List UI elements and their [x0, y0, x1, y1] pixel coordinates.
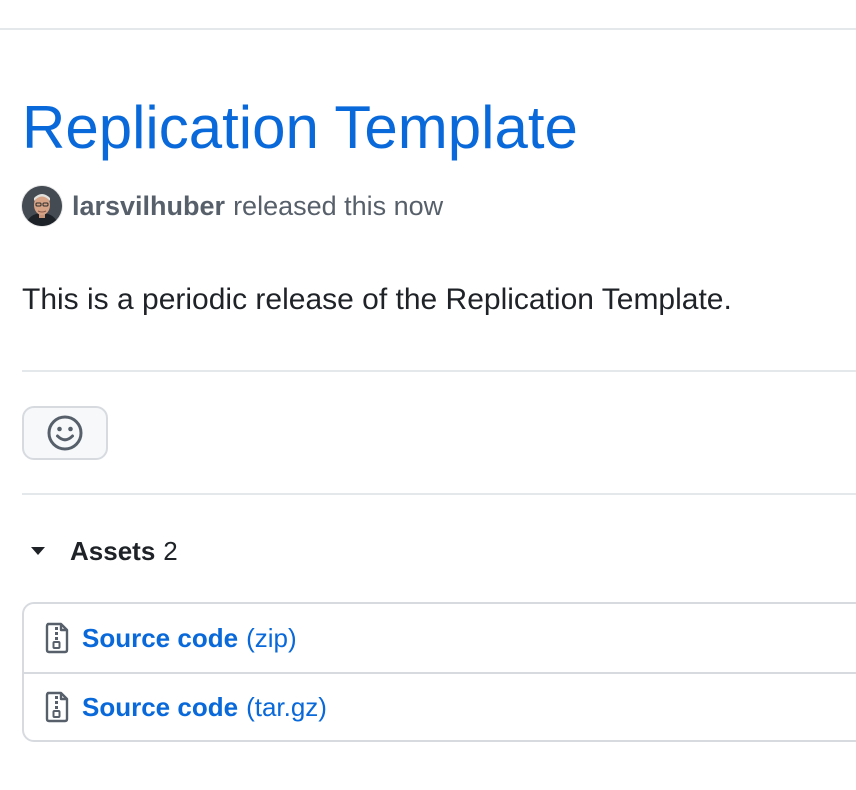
asset-kind: (tar.gz)	[246, 691, 327, 722]
asset-row-tar-gz: Source code (tar.gz)	[24, 672, 856, 740]
avatar[interactable]	[22, 186, 62, 226]
top-divider	[0, 28, 856, 30]
assets-toggle[interactable]: Assets 2	[22, 530, 178, 572]
asset-label: Source code	[82, 622, 239, 653]
release-notes: This is a periodic release of the Replic…	[22, 283, 732, 316]
release-timestamp-text: released this now	[233, 190, 444, 221]
triangle-down-icon	[22, 530, 54, 572]
divider	[22, 493, 856, 495]
add-reaction-button[interactable]	[22, 406, 108, 460]
asset-kind: (zip)	[246, 622, 297, 653]
file-zip-icon	[42, 622, 72, 654]
asset-row-zip: Source code (zip)	[24, 604, 856, 672]
smiley-icon	[47, 415, 83, 451]
source-code-zip-link[interactable]: Source code (zip)	[82, 623, 297, 654]
assets-list: Source code (zip) Source code (tar.gz)	[22, 602, 856, 742]
avatar-image	[22, 186, 62, 226]
release-meta: larsvilhuber released this now	[22, 186, 443, 226]
release-title-link[interactable]: Replication Template	[22, 92, 578, 164]
assets-label: Assets	[70, 535, 156, 566]
divider	[22, 370, 856, 372]
asset-label: Source code	[82, 691, 239, 722]
author-link[interactable]: larsvilhuber	[72, 191, 225, 222]
assets-count: 2	[163, 535, 178, 566]
source-code-tar-gz-link[interactable]: Source code (tar.gz)	[82, 692, 327, 723]
file-zip-icon	[42, 691, 72, 723]
release-page: Replication Template larsvilhuber releas…	[0, 0, 856, 790]
